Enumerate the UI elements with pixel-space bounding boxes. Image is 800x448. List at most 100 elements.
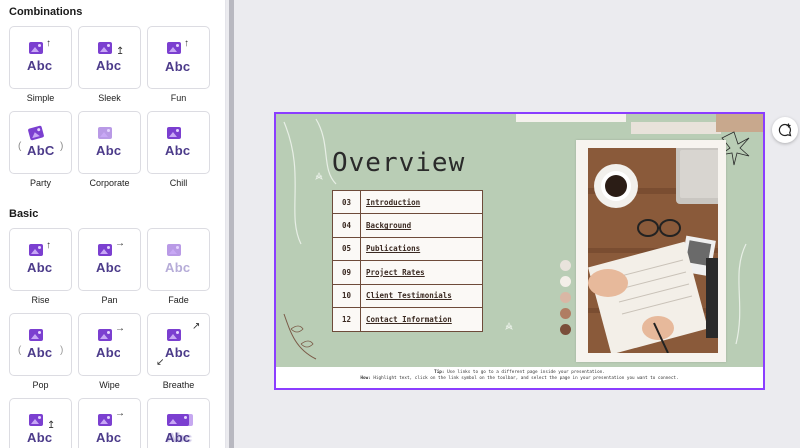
wave-icon: ( [18,141,22,152]
sample-text: Abc [27,58,53,73]
sample-text: Abc [27,345,53,360]
desk-photo-illustration [588,148,718,353]
image-icon [98,414,112,426]
color-swatch [560,292,571,303]
image-icon [98,42,112,54]
animation-tile-pop[interactable]: ( ) Abc [9,313,72,376]
agenda-row: 10 Client Testimonials [333,284,482,308]
section-title-combinations: Combinations [9,6,83,18]
tile-label: Pan [101,295,118,305]
add-comment-button[interactable] [772,117,798,143]
agenda-link[interactable]: Introduction [361,191,482,213]
image-icon [29,42,43,54]
color-swatch [560,260,571,271]
arrow-expand-icon: ↗ [192,321,201,332]
sample-text: Abc [27,260,53,275]
agenda-row: 05 Publications [333,237,482,262]
agenda-page-number: 05 [333,237,361,261]
sample-text: Abc [27,430,53,445]
agenda-table[interactable]: 03 Introduction 04 Background 05 Publica… [332,190,483,333]
agenda-page-number: 09 [333,261,361,284]
image-icon [29,244,43,256]
agenda-row: 09 Project Rates [333,261,482,285]
image-icon [29,329,43,341]
agenda-link[interactable]: Publications [361,238,482,260]
tile-label: Pop [32,380,49,390]
footer-how-label: How: [360,376,371,381]
sample-text: Abc [96,143,122,158]
photo-frame[interactable] [576,140,726,362]
desk-photo [588,148,718,353]
sample-text: Abc [96,345,120,360]
color-swatch [560,308,571,319]
tile-label: Sleek [98,93,121,103]
agenda-page-number: 04 [333,214,361,237]
animation-tile-fade[interactable]: Abc [147,228,210,291]
animation-tile-breathe[interactable]: ↗ ↙ Abc [147,313,210,376]
tile-label: Corporate [89,178,130,188]
sample-text: Abc [165,143,191,158]
wave-icon: ) [60,141,64,152]
slide-title[interactable]: Overview [332,148,465,178]
panel-resize-handle[interactable] [229,0,234,448]
arrow-expand-icon: ↙ [156,357,165,368]
image-icon [167,414,189,426]
animation-tile-corporate[interactable]: Abc [78,111,141,174]
color-swatch [560,324,571,335]
image-icon [98,127,112,139]
animation-tile-chill[interactable]: Abc [147,111,210,174]
image-icon [167,329,181,341]
agenda-row: 12 Contact Information [333,307,482,332]
animation-tile[interactable]: ↥ Abc [9,398,72,448]
tile-label: Fade [168,295,189,305]
agenda-link[interactable]: Project Rates [361,261,482,283]
image-icon [167,42,181,54]
arrow-up-icon: ↑ [46,38,51,49]
sample-text: Abc [96,58,122,73]
tile-label: Fun [170,93,187,103]
tile-label: Party [29,178,51,188]
agenda-link[interactable]: Contact Information [361,308,482,331]
animation-tile-sleek[interactable]: ↥ Abc [78,26,141,89]
slide-footer-note: Tip: Use links to go to a different page… [276,367,763,388]
agenda-row: 03 Introduction [333,191,482,215]
agenda-link[interactable]: Background [361,214,482,236]
sample-text: Abc [165,260,191,275]
animation-tile-rise[interactable]: ↑ Abc [9,228,72,291]
footer-how-text: Highlight text, click on the link symbol… [373,376,679,381]
image-icon [27,125,45,141]
tile-label: Chill [169,178,188,188]
sample-text: Abc [96,430,122,445]
animation-tile[interactable]: → Abc [78,398,141,448]
arrow-up-bar-icon: ↥ [116,46,125,57]
arrow-right-icon: → [115,408,125,419]
sample-text: Abc [165,59,191,74]
sample-text: Abc [165,345,191,360]
image-icon [167,127,181,139]
sample-text: Abc [165,430,191,445]
slide-background: Overview 03 Introduction 04 Background 0… [276,114,763,367]
tile-label: Wipe [99,380,120,390]
tile-label: Breathe [162,380,195,390]
image-icon [98,329,112,341]
arrow-up-icon: ↑ [184,38,189,49]
arrow-right-icon: → [115,238,125,249]
tile-label: Rise [31,295,50,305]
slide-canvas[interactable]: Overview 03 Introduction 04 Background 0… [274,112,765,390]
animation-tile-simple[interactable]: ↑ Abc [9,26,72,89]
animation-tile-wipe[interactable]: → Abc [78,313,141,376]
footer-tip-text: Use links to go to a different page insi… [447,370,605,375]
agenda-page-number: 12 [333,307,361,332]
agenda-page-number: 10 [333,284,361,307]
animation-tile[interactable]: Abc [147,398,210,448]
animation-tile-pan[interactable]: → Abc [78,228,141,291]
animation-tile-fun[interactable]: ↑ Abc [147,26,210,89]
image-icon [29,414,43,426]
agenda-link[interactable]: Client Testimonials [361,285,482,307]
footer-tip-label: Tip: [434,370,445,375]
animation-tile-party[interactable]: ( ) AbC [9,111,72,174]
agenda-page-number: 03 [333,191,361,214]
add-comment-icon [778,123,792,137]
animation-panel: Combinations ↑ Abc Simple ↥ Abc Sleek ↑ … [0,0,226,448]
agenda-row: 04 Background [333,214,482,238]
